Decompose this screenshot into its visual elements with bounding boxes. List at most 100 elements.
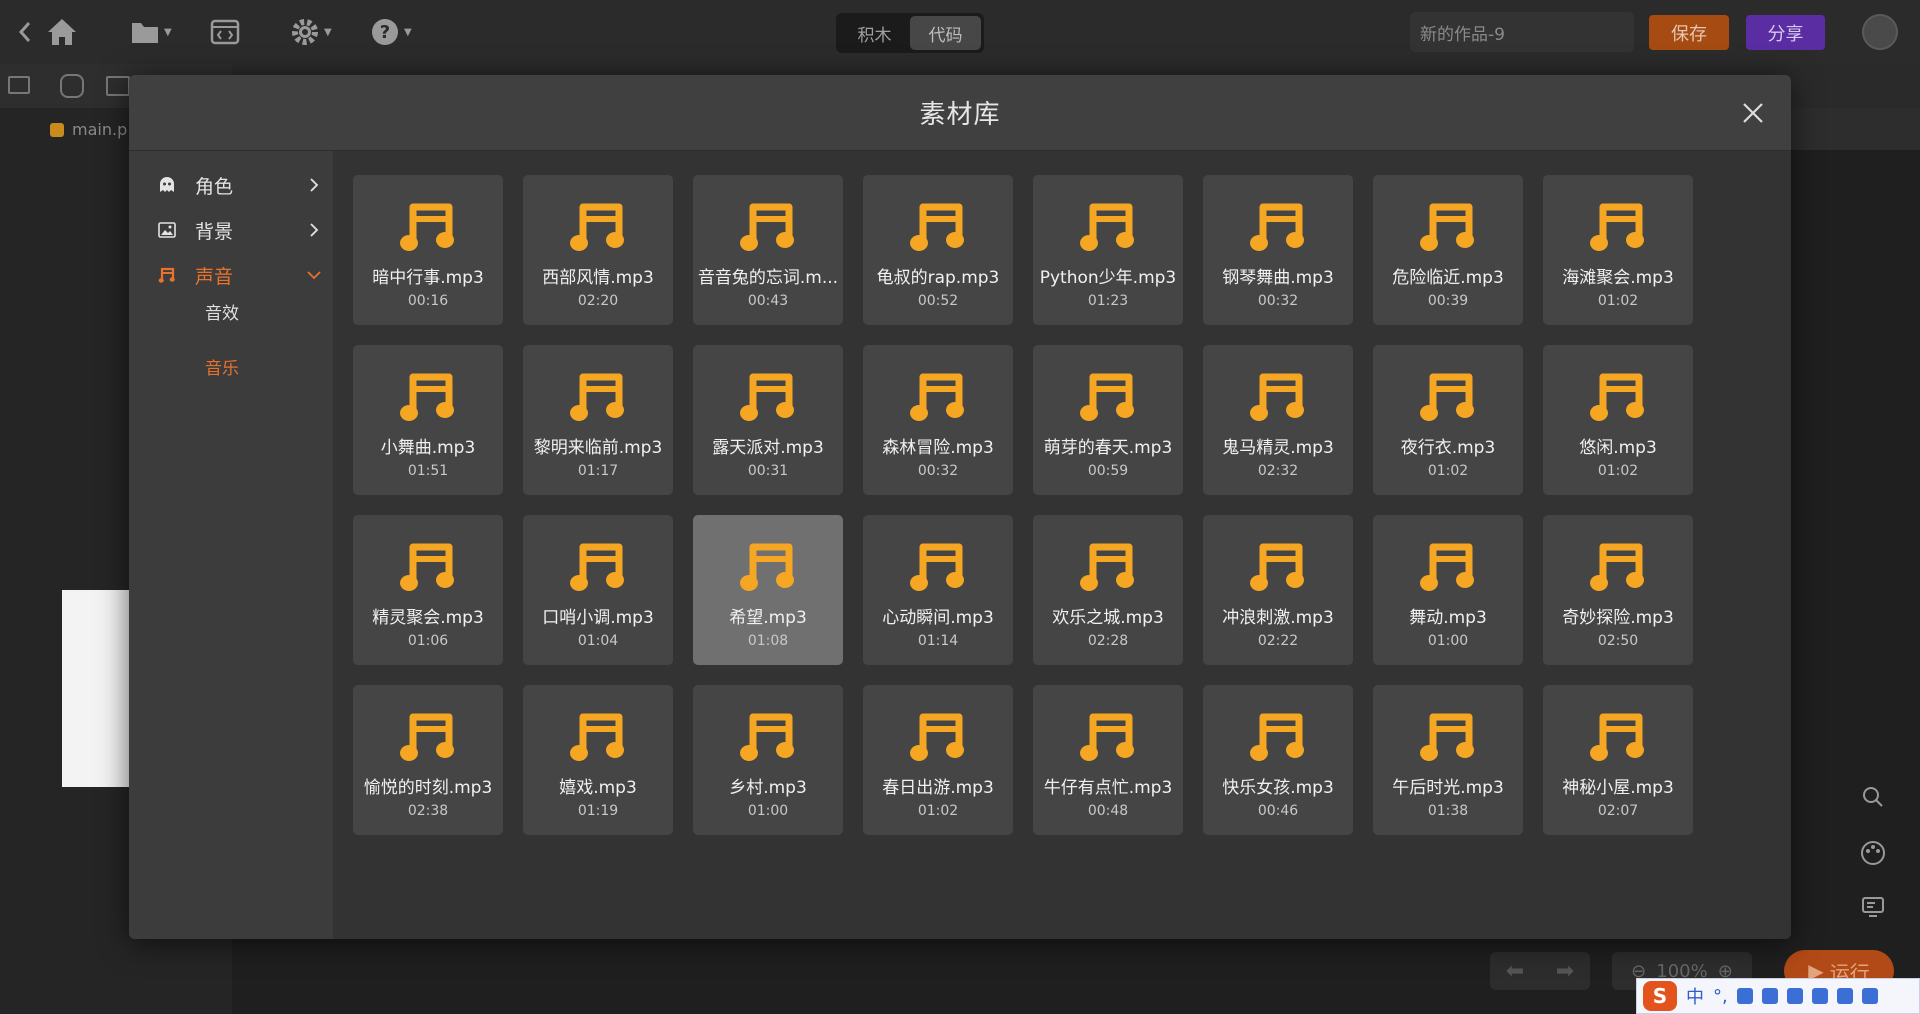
- music-note-icon: [157, 265, 177, 285]
- sound-name: 欢乐之城.mp3: [1052, 608, 1164, 628]
- sound-duration: 02:20: [577, 293, 619, 309]
- sound-card[interactable]: 冲浪刺激.mp3 02:22: [1203, 515, 1353, 665]
- music-note-icon: [1419, 711, 1477, 767]
- sound-name: Python少年.mp3: [1039, 268, 1177, 288]
- ime-punctuation[interactable]: °,: [1713, 986, 1728, 1007]
- sound-name: 海滩聚会.mp3: [1562, 268, 1674, 288]
- python-icon[interactable]: [60, 74, 84, 98]
- sound-name: 夜行衣.mp3: [1400, 438, 1496, 458]
- project-name-input[interactable]: 新的作品-9: [1410, 12, 1634, 52]
- add-image-icon[interactable]: [106, 76, 130, 96]
- sound-card[interactable]: 鬼马精灵.mp3 02:32: [1203, 345, 1353, 495]
- sound-duration: 02:07: [1597, 803, 1639, 819]
- microphone-icon[interactable]: [1736, 988, 1753, 1004]
- apps-icon[interactable]: [1836, 988, 1853, 1004]
- sound-card[interactable]: 露天派对.mp3 00:31: [693, 345, 843, 495]
- back-icon[interactable]: [18, 12, 32, 52]
- folder-menu-button[interactable]: ▼: [130, 12, 172, 52]
- mode-blocks-tab[interactable]: 积木: [839, 16, 910, 50]
- avatar[interactable]: [1862, 14, 1898, 50]
- svg-text:?: ?: [380, 22, 390, 43]
- sound-card[interactable]: 海滩聚会.mp3 01:02: [1543, 175, 1693, 325]
- sound-card[interactable]: 牛仔有点忙.mp3 00:48: [1033, 685, 1183, 835]
- sound-card[interactable]: 希望.mp3 01:08: [693, 515, 843, 665]
- sound-card[interactable]: 西部风情.mp3 02:20: [523, 175, 673, 325]
- sound-duration: 01:51: [407, 463, 449, 479]
- sound-card[interactable]: 黎明来临前.mp3 01:17: [523, 345, 673, 495]
- sound-card[interactable]: 奇妙探险.mp3 02:50: [1543, 515, 1693, 665]
- file-item[interactable]: main.p: [50, 120, 127, 139]
- sound-card[interactable]: 乡村.mp3 01:00: [693, 685, 843, 835]
- sound-card[interactable]: 暗中行事.mp3 00:16: [353, 175, 503, 325]
- settings-menu-button[interactable]: ▼: [290, 12, 332, 52]
- sidebar-item-characters[interactable]: 角色: [129, 163, 333, 207]
- redo-icon[interactable]: ➡: [1556, 959, 1574, 984]
- sound-card[interactable]: 口哨小调.mp3 01:04: [523, 515, 673, 665]
- music-note-icon: [1079, 371, 1137, 427]
- ime-settings-icon[interactable]: [1861, 988, 1878, 1004]
- skin-icon[interactable]: [1786, 988, 1803, 1004]
- music-note-icon: [739, 711, 797, 767]
- sound-card[interactable]: 精灵聚会.mp3 01:06: [353, 515, 503, 665]
- close-icon[interactable]: [1735, 95, 1771, 131]
- music-note-icon: [1249, 201, 1307, 257]
- code-window-icon[interactable]: [210, 12, 240, 52]
- sound-card[interactable]: 森林冒险.mp3 00:32: [863, 345, 1013, 495]
- undo-icon[interactable]: ⬅: [1506, 959, 1524, 984]
- console-icon[interactable]: [1856, 890, 1890, 924]
- sound-card[interactable]: 音音兔的忘词.m... 00:43: [693, 175, 843, 325]
- keyboard-icon[interactable]: [1761, 988, 1778, 1004]
- music-note-icon: [909, 541, 967, 597]
- sound-card[interactable]: Python少年.mp3 01:23: [1033, 175, 1183, 325]
- music-note-icon: [1079, 541, 1137, 597]
- sound-name: 萌芽的春天.mp3: [1043, 438, 1173, 458]
- sound-name: 心动瞬间.mp3: [882, 608, 994, 628]
- sound-duration: 01:17: [577, 463, 619, 479]
- sound-card[interactable]: 钢琴舞曲.mp3 00:32: [1203, 175, 1353, 325]
- sidebar-subitem-music[interactable]: 音乐: [205, 354, 239, 379]
- sound-card[interactable]: 嬉戏.mp3 01:19: [523, 685, 673, 835]
- share-button[interactable]: 分享: [1746, 15, 1825, 50]
- sound-card[interactable]: 神秘小屋.mp3 02:07: [1543, 685, 1693, 835]
- sound-card[interactable]: 危险临近.mp3 00:39: [1373, 175, 1523, 325]
- home-icon[interactable]: [46, 12, 78, 52]
- sound-card[interactable]: 欢乐之城.mp3 02:28: [1033, 515, 1183, 665]
- music-note-icon: [1419, 541, 1477, 597]
- sound-name: 露天派对.mp3: [712, 438, 824, 458]
- music-note-icon: [569, 711, 627, 767]
- sound-card[interactable]: 愉悦的时刻.mp3 02:38: [353, 685, 503, 835]
- sound-name: 鬼马精灵.mp3: [1222, 438, 1334, 458]
- sound-duration: 02:50: [1597, 633, 1639, 649]
- mode-code-tab[interactable]: 代码: [910, 16, 981, 50]
- palette-icon[interactable]: [1856, 836, 1890, 870]
- sound-name: 龟叔的rap.mp3: [876, 268, 1000, 288]
- sound-card[interactable]: 小舞曲.mp3 01:51: [353, 345, 503, 495]
- sound-name: 口哨小调.mp3: [542, 608, 654, 628]
- sound-card[interactable]: 舞动.mp3 01:00: [1373, 515, 1523, 665]
- sound-name: 钢琴舞曲.mp3: [1222, 268, 1334, 288]
- sound-card[interactable]: 悠闲.mp3 01:02: [1543, 345, 1693, 495]
- sound-card[interactable]: 午后时光.mp3 01:38: [1373, 685, 1523, 835]
- sound-duration: 00:32: [1257, 293, 1299, 309]
- sidebar-item-backgrounds[interactable]: 背景: [129, 208, 333, 252]
- mode-toggle: 积木 代码: [836, 13, 984, 53]
- save-button[interactable]: 保存: [1649, 15, 1729, 50]
- sound-card[interactable]: 龟叔的rap.mp3 00:52: [863, 175, 1013, 325]
- sidebar-item-sounds[interactable]: 声音: [129, 253, 333, 297]
- ime-logo[interactable]: S: [1643, 981, 1677, 1011]
- sidebar-subitem-sfx[interactable]: 音效: [205, 299, 239, 324]
- help-menu-button[interactable]: ? ▼: [370, 12, 412, 52]
- image-icon: [157, 220, 177, 240]
- sound-card[interactable]: 心动瞬间.mp3 01:14: [863, 515, 1013, 665]
- sound-card[interactable]: 夜行衣.mp3 01:02: [1373, 345, 1523, 495]
- music-note-icon: [1589, 201, 1647, 257]
- search-icon[interactable]: [1856, 780, 1890, 814]
- ime-mode[interactable]: 中: [1686, 983, 1704, 1009]
- robot-icon[interactable]: [1811, 988, 1828, 1004]
- sound-card[interactable]: 春日出游.mp3 01:02: [863, 685, 1013, 835]
- sound-card[interactable]: 萌芽的春天.mp3 00:59: [1033, 345, 1183, 495]
- sound-card[interactable]: 快乐女孩.mp3 00:46: [1203, 685, 1353, 835]
- editor-tab[interactable]: [1790, 108, 1920, 150]
- music-note-icon: [399, 711, 457, 767]
- sidebar-toggle-icon[interactable]: [8, 76, 30, 94]
